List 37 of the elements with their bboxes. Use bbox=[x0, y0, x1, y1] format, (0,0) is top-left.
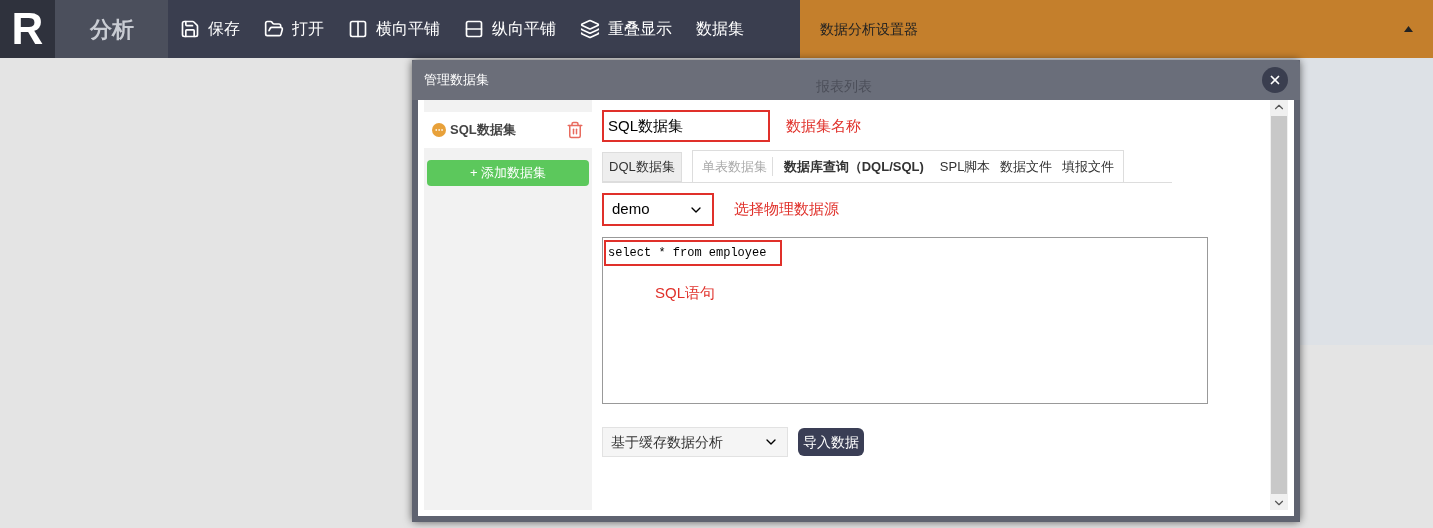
toolbar-button[interactable]: 横向平铺 bbox=[348, 17, 440, 41]
close-icon bbox=[1268, 73, 1282, 87]
app-logo: R bbox=[0, 0, 55, 58]
annotation-text: SQL语句 bbox=[655, 283, 715, 303]
toolbar-button[interactable]: 数据集 bbox=[696, 17, 744, 41]
tab[interactable]: 填报文件 bbox=[1057, 156, 1120, 177]
dataset-icon bbox=[432, 123, 446, 137]
sql-text: select * from employee bbox=[604, 240, 783, 266]
tab[interactable]: SPL脚本 bbox=[934, 156, 996, 177]
toolbar-button[interactable]: 保存 bbox=[180, 17, 240, 41]
close-button[interactable] bbox=[1262, 67, 1288, 93]
toolbar-button[interactable]: 打开 bbox=[264, 17, 324, 41]
delete-icon[interactable] bbox=[566, 121, 584, 139]
mode-button[interactable]: DQL数据集 bbox=[602, 152, 682, 182]
dialog-title: 管理数据集 bbox=[424, 71, 489, 90]
layers-icon bbox=[580, 19, 600, 39]
toolbar-button[interactable]: 纵向平铺 bbox=[464, 17, 556, 41]
settings-title: 数据分析设置器 bbox=[820, 19, 918, 39]
annotation-text: 数据集名称 bbox=[786, 115, 861, 136]
save-icon bbox=[180, 19, 200, 39]
import-button[interactable]: 导入数据 bbox=[798, 428, 864, 456]
dataset-label: SQL数据集 bbox=[450, 121, 516, 140]
collapse-icon[interactable] bbox=[1404, 26, 1413, 32]
folder-icon bbox=[264, 19, 284, 39]
app-title: 分析 bbox=[55, 0, 168, 58]
tab[interactable]: 数据库查询（DQL/SQL) bbox=[778, 156, 929, 177]
dataset-item[interactable]: SQL数据集 bbox=[424, 112, 592, 148]
tab[interactable]: 数据文件 bbox=[995, 156, 1058, 177]
datasource-select[interactable]: demo bbox=[602, 193, 714, 226]
toolbar-button[interactable]: 重叠显示 bbox=[580, 17, 672, 41]
annotation-text: 选择物理数据源 bbox=[734, 199, 839, 220]
name-field[interactable]: SQL数据集 bbox=[602, 110, 770, 142]
columns-icon bbox=[348, 19, 368, 39]
scrollbar[interactable] bbox=[1270, 100, 1288, 510]
sql-editor[interactable]: select * from employee SQL语句 bbox=[602, 237, 1208, 404]
analysis-mode-select[interactable]: 基于缓存数据分析 bbox=[602, 427, 788, 457]
rows-icon bbox=[464, 19, 484, 39]
